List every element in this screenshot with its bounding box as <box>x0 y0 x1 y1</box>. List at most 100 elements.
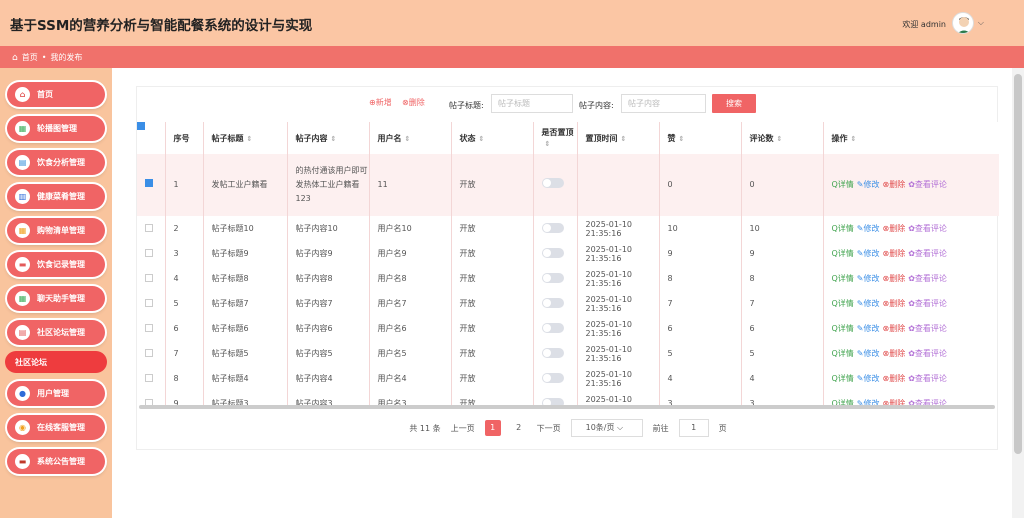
avatar[interactable] <box>952 12 974 34</box>
select-all-checkbox[interactable] <box>137 122 145 130</box>
row-delete-button[interactable]: ⊗删除 <box>883 299 906 308</box>
detail-button[interactable]: Q详情 <box>832 374 854 383</box>
sidebar-item-users[interactable]: ● 用户管理 <box>7 381 105 406</box>
pin-toggle[interactable] <box>541 177 564 188</box>
page-1-button[interactable]: 1 <box>484 420 501 436</box>
sidebar-item-announcements[interactable]: ▬ 系统公告管理 <box>7 449 105 474</box>
row-pin-toggle-cell[interactable] <box>533 266 578 291</box>
detail-button[interactable]: Q详情 <box>832 224 854 233</box>
row-delete-button[interactable]: ⊗删除 <box>883 374 906 383</box>
column-header[interactable]: 置顶时间 ⇕ <box>577 122 660 154</box>
pin-toggle[interactable] <box>541 372 564 383</box>
edit-button[interactable]: ✎修改 <box>857 324 880 333</box>
detail-button[interactable]: Q详情 <box>832 349 854 358</box>
row-checkbox[interactable] <box>145 348 153 357</box>
row-pin-toggle-cell[interactable] <box>533 341 578 366</box>
row-checkbox[interactable] <box>145 179 153 187</box>
sidebar-item-chat-assistant[interactable]: ▦ 聊天助手管理 <box>7 286 105 311</box>
view-comments-button[interactable]: ✿查看评论 <box>908 349 947 358</box>
breadcrumb-home[interactable]: 首页 <box>22 52 38 63</box>
edit-button[interactable]: ✎修改 <box>857 299 880 308</box>
sidebar-item-shopping-list[interactable]: ▦ 购物清单管理 <box>7 218 105 243</box>
table-row[interactable]: 6 帖子标题6 帖子内容6 用户名6 开放 2025-01-10 21:35:16 6 6 Q详… <box>137 316 999 341</box>
row-pin-toggle-cell[interactable] <box>533 366 578 391</box>
detail-button[interactable]: Q详情 <box>832 180 854 189</box>
horizontal-scrollbar[interactable] <box>139 405 995 409</box>
pin-toggle[interactable] <box>541 272 564 283</box>
edit-button[interactable]: ✎修改 <box>857 274 880 283</box>
sidebar-item-forum-management[interactable]: ▤ 社区论坛管理 <box>7 320 105 345</box>
view-comments-button[interactable]: ✿查看评论 <box>908 274 947 283</box>
table-row[interactable]: 3 帖子标题9 帖子内容9 用户名9 开放 2025-01-10 21:35:16 9 9 Q详… <box>137 241 999 266</box>
table-row[interactable]: 9帖子标题3帖子内容3用户名3开放2025-01-10 21:35:1633Q详… <box>137 391 999 405</box>
sidebar-item-carousel[interactable]: ▦ 轮播图管理 <box>7 116 105 141</box>
row-select-cell[interactable] <box>137 316 166 341</box>
row-checkbox[interactable] <box>145 323 153 332</box>
table-row[interactable]: 8 帖子标题4 帖子内容4 用户名4 开放 2025-01-10 21:35:16 4 4 Q详… <box>137 366 999 391</box>
column-header[interactable]: 赞 ⇕ <box>659 122 742 154</box>
pin-toggle[interactable] <box>541 347 564 358</box>
prev-page-button[interactable]: 上一页 <box>451 423 475 434</box>
row-select-cell[interactable] <box>137 341 166 366</box>
table-row[interactable]: 7 帖子标题5 帖子内容5 用户名5 开放 2025-01-10 21:35:16 5 5 Q详… <box>137 341 999 366</box>
edit-button[interactable]: ✎修改 <box>857 180 880 189</box>
pin-toggle[interactable] <box>541 297 564 308</box>
detail-button[interactable]: Q详情 <box>832 274 854 283</box>
row-pin-toggle-cell[interactable] <box>533 241 578 266</box>
detail-button[interactable]: Q详情 <box>832 324 854 333</box>
row-delete-button[interactable]: ⊗删除 <box>883 249 906 258</box>
sidebar-item-home[interactable]: ⌂ 首页 <box>7 82 105 107</box>
sidebar-item-forum[interactable]: 社区论坛 <box>5 351 107 373</box>
row-pin-toggle-cell[interactable] <box>533 391 578 405</box>
sidebar-item-diet-records[interactable]: ▬ 饮食记录管理 <box>7 252 105 277</box>
column-header[interactable]: 用户名 ⇕ <box>369 122 452 154</box>
row-checkbox[interactable] <box>145 373 153 382</box>
row-select-cell[interactable] <box>137 291 166 316</box>
sidebar-item-customer-service[interactable]: ◉ 在线客服管理 <box>7 415 105 440</box>
pin-toggle[interactable] <box>541 247 564 258</box>
row-checkbox[interactable] <box>145 273 153 282</box>
next-page-button[interactable]: 下一页 <box>537 423 561 434</box>
row-checkbox[interactable] <box>145 248 153 257</box>
column-header[interactable]: 状态 ⇕ <box>451 122 534 154</box>
row-select-cell[interactable] <box>137 241 166 266</box>
detail-button[interactable]: Q详情 <box>832 249 854 258</box>
table-row[interactable]: 4 帖子标题8 帖子内容8 用户名8 开放 2025-01-10 21:35:16 8 8 Q详… <box>137 266 999 291</box>
row-select-cell[interactable] <box>137 366 166 391</box>
column-header[interactable]: 帖子内容 ⇕ <box>287 122 370 154</box>
add-button[interactable]: ⊕新增 <box>369 97 392 108</box>
page-size-select[interactable]: 10条/页 ⌵ <box>570 419 643 437</box>
pin-toggle[interactable] <box>541 322 564 333</box>
row-delete-button[interactable]: ⊗删除 <box>883 324 906 333</box>
view-comments-button[interactable]: ✿查看评论 <box>908 324 947 333</box>
row-pin-toggle-cell[interactable] <box>533 316 578 341</box>
delete-button[interactable]: ⊗删除 <box>402 97 425 108</box>
row-pin-toggle-cell[interactable] <box>533 154 578 216</box>
edit-button[interactable]: ✎修改 <box>857 224 880 233</box>
row-delete-button[interactable]: ⊗删除 <box>883 224 906 233</box>
row-pin-toggle-cell[interactable] <box>533 216 578 241</box>
pin-toggle[interactable] <box>541 397 564 405</box>
select-all-cell[interactable] <box>137 122 166 154</box>
edit-button[interactable]: ✎修改 <box>857 249 880 258</box>
detail-button[interactable]: Q详情 <box>832 299 854 308</box>
column-header[interactable]: 评论数 ⇕ <box>741 122 824 154</box>
title-search-input[interactable]: 帖子标题 <box>491 94 573 113</box>
search-button[interactable]: 搜索 <box>712 94 756 113</box>
row-checkbox[interactable] <box>145 298 153 307</box>
sidebar-item-healthy-dishes[interactable]: ▥ 健康菜肴管理 <box>7 184 105 209</box>
goto-page-input[interactable]: 1 <box>678 419 709 437</box>
row-delete-button[interactable]: ⊗删除 <box>883 349 906 358</box>
row-delete-button[interactable]: ⊗删除 <box>883 180 906 189</box>
edit-button[interactable]: ✎修改 <box>857 349 880 358</box>
content-search-input[interactable]: 帖子内容 <box>621 94 706 113</box>
page-2-button[interactable]: 2 <box>511 420 527 436</box>
scrollbar-thumb[interactable] <box>1014 74 1022 454</box>
pin-toggle[interactable] <box>541 222 564 233</box>
view-comments-button[interactable]: ✿查看评论 <box>908 224 947 233</box>
row-select-cell[interactable] <box>137 266 166 291</box>
view-comments-button[interactable]: ✿查看评论 <box>908 180 947 189</box>
row-select-cell[interactable] <box>137 216 166 241</box>
edit-button[interactable]: ✎修改 <box>857 374 880 383</box>
view-comments-button[interactable]: ✿查看评论 <box>908 374 947 383</box>
